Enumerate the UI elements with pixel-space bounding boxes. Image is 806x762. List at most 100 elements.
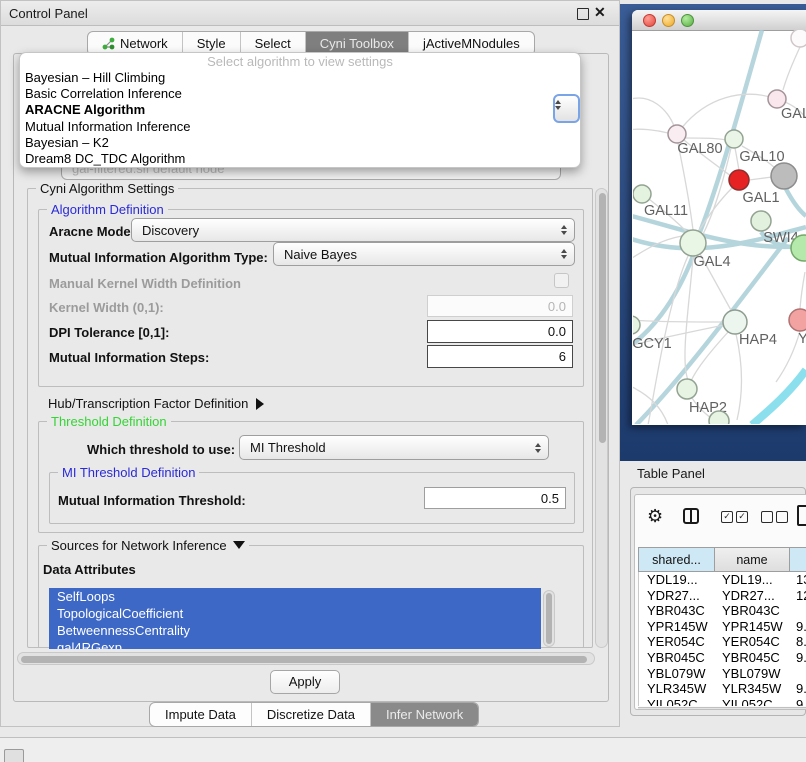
table-header-name[interactable]: name	[715, 547, 790, 572]
aracne-mode-combo[interactable]: Discovery	[131, 218, 575, 242]
table-cell[interactable]: 8.	[791, 634, 806, 650]
tab-discretize-data[interactable]: Discretize Data	[252, 703, 371, 726]
threshold-definition-group: Threshold Definition Which threshold to …	[38, 421, 584, 533]
table-cell[interactable]: 9.	[791, 619, 806, 635]
sources-title[interactable]: Sources for Network Inference	[47, 538, 249, 553]
table-cell[interactable]: YDR27...	[716, 588, 791, 604]
attribute-list-scrollbar-thumb[interactable]	[546, 593, 552, 644]
attribute-list-item[interactable]: BetweennessCentrality	[49, 622, 541, 639]
settings-horizontal-scrollbar-thumb[interactable]	[21, 656, 587, 663]
network-canvas[interactable]: GAL8GAL80GAL10GAL1GAL11SWI4GAL4GCY1HAP4Y…	[633, 30, 806, 424]
close-traffic-light[interactable]	[643, 14, 656, 27]
table-cell[interactable]: YER054C	[639, 634, 716, 650]
float-window-icon[interactable]	[577, 8, 589, 20]
attribute-list-scrollbar[interactable]	[543, 590, 555, 647]
table-row[interactable]: YBL079WYBL079W	[639, 666, 806, 682]
table-row[interactable]: YLR345WYLR345W9.	[639, 681, 806, 697]
settings-horizontal-scrollbar[interactable]	[17, 652, 595, 665]
table-cell[interactable]: 9.	[791, 681, 806, 697]
table-cell[interactable]	[791, 603, 806, 619]
network-node[interactable]	[791, 30, 806, 47]
table-cell[interactable]: YBR043C	[716, 603, 791, 619]
table-cell[interactable]: 9	[791, 697, 806, 706]
deselect-all-checkboxes-icon[interactable]	[761, 511, 788, 523]
tab-infer-network[interactable]: Infer Network	[371, 703, 478, 726]
table-cell[interactable]: YLR345W	[639, 681, 716, 697]
attribute-list-item[interactable]: SelfLoops	[49, 588, 541, 605]
mi-threshold-field[interactable]: 0.5	[424, 487, 566, 509]
mi-steps-field[interactable]: 6	[427, 345, 573, 368]
tab-impute-data[interactable]: Impute Data	[150, 703, 252, 726]
table-cell[interactable]: YBR043C	[639, 603, 716, 619]
table-cell[interactable]: 9.	[791, 650, 806, 666]
manual-kernel-checkbox[interactable]	[554, 273, 569, 288]
table-cell[interactable]: YIL052C	[716, 697, 791, 706]
table-cell[interactable]: YBR045C	[639, 650, 716, 666]
table-cell[interactable]: YLR345W	[716, 681, 791, 697]
dropdown-item-basic-correlation[interactable]: Basic Correlation Inference	[20, 86, 580, 102]
zoom-traffic-light[interactable]	[681, 14, 694, 27]
table-row[interactable]: YDR27...YDR27...12	[639, 588, 806, 604]
network-node-gal4[interactable]	[680, 230, 706, 256]
table-cell[interactable]: YIL052C	[639, 697, 716, 706]
attribute-list-item[interactable]: TopologicalCoefficient	[49, 605, 541, 622]
network-node[interactable]	[709, 411, 729, 424]
network-node-label: HAP4	[739, 332, 777, 348]
table-header-clipped[interactable]	[790, 547, 806, 572]
select-all-checkboxes-icon[interactable]: ✓✓	[721, 511, 748, 523]
table-cell[interactable]: 12	[791, 588, 806, 604]
kernel-width-field[interactable]: 0.0	[427, 295, 573, 317]
network-node-hap2[interactable]	[677, 379, 697, 399]
table-row[interactable]: YPR145WYPR145W9.	[639, 619, 806, 635]
table-cell[interactable]: YBL079W	[716, 666, 791, 682]
table-settings-gear-icon[interactable]: ⚙	[647, 507, 663, 525]
table-cell[interactable]: 13	[791, 572, 806, 588]
table-row[interactable]: YER054CYER054C8.	[639, 634, 806, 650]
network-node[interactable]	[771, 163, 797, 189]
dropdown-item-mutual-information[interactable]: Mutual Information Inference	[20, 119, 580, 135]
network-node-gal10[interactable]	[725, 130, 743, 148]
document-icon[interactable]	[797, 505, 806, 526]
table-row[interactable]: YBR045CYBR045C9.	[639, 650, 806, 666]
clipped-corner-button[interactable]	[4, 749, 24, 762]
control-panel-titlebar[interactable]: Control Panel ✕	[1, 1, 619, 26]
table-row[interactable]: YBR043CYBR043C	[639, 603, 806, 619]
column-layout-icon[interactable]	[683, 508, 699, 524]
settings-vertical-scrollbar[interactable]	[595, 188, 608, 648]
network-node-swi4[interactable]	[751, 211, 771, 231]
network-node-gal11[interactable]	[633, 185, 651, 203]
table-cell[interactable]: YDL19...	[639, 572, 716, 588]
close-panel-icon[interactable]: ✕	[594, 4, 606, 21]
tab-infer-network-label: Infer Network	[386, 707, 463, 722]
dropdown-item-aracne[interactable]: ARACNE Algorithm	[20, 102, 580, 118]
dpi-tolerance-field[interactable]: 0.0	[427, 320, 573, 343]
settings-vertical-scrollbar-thumb[interactable]	[599, 193, 606, 443]
table-row[interactable]: YDL19...YDL19...13	[639, 572, 806, 588]
focused-spinner-fragment[interactable]	[553, 94, 580, 123]
dropdown-item-bayesian-k2[interactable]: Bayesian – K2	[20, 135, 580, 151]
network-node-gcy1[interactable]	[633, 316, 640, 334]
attribute-list-item[interactable]: gal4RGexp	[49, 639, 541, 649]
table-cell[interactable]: YBL079W	[639, 666, 716, 682]
mi-type-combo[interactable]: Naive Bayes	[273, 242, 575, 266]
table-cell[interactable]: YER054C	[716, 634, 791, 650]
table-header-shared-name[interactable]: shared...	[638, 547, 715, 572]
table-cell[interactable]: YDR27...	[639, 588, 716, 604]
apply-button[interactable]: Apply	[270, 670, 340, 694]
minimize-traffic-light[interactable]	[662, 14, 675, 27]
table-horizontal-scrollbar[interactable]	[638, 707, 806, 710]
which-threshold-combo[interactable]: MI Threshold	[239, 435, 549, 460]
dropdown-item-dream8[interactable]: Dream8 DC_TDC Algorithm	[20, 151, 580, 167]
network-node-y[interactable]	[789, 309, 806, 331]
network-node-hap4[interactable]	[723, 310, 747, 334]
table-row[interactable]: YIL052CYIL052C9	[639, 697, 806, 706]
table-cell[interactable]: YDL19...	[716, 572, 791, 588]
table-cell[interactable]: YPR145W	[639, 619, 716, 635]
hub-definition-expander[interactable]: Hub/Transcription Factor Definition	[48, 396, 264, 411]
table-cell[interactable]	[791, 666, 806, 682]
table-cell[interactable]: YBR045C	[716, 650, 791, 666]
dropdown-item-bayesian-hill-climbing[interactable]: Bayesian – Hill Climbing	[20, 70, 580, 86]
network-node-gal1[interactable]	[729, 170, 749, 190]
table-cell[interactable]: YPR145W	[716, 619, 791, 635]
network-window-titlebar[interactable]	[632, 10, 806, 31]
